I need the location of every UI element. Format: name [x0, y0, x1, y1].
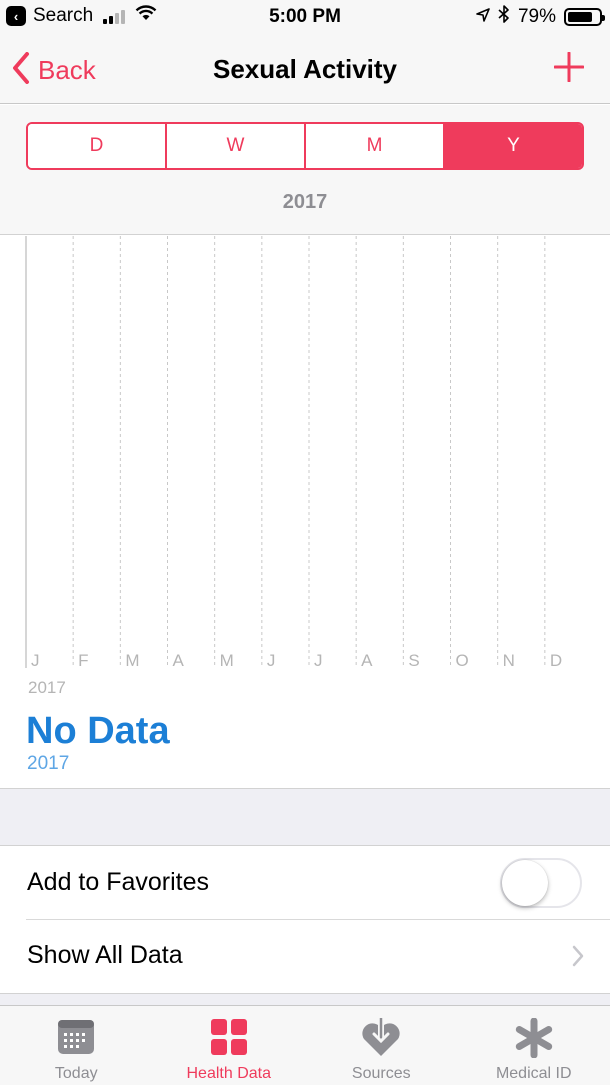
month-tick-label: J — [31, 651, 40, 670]
location-arrow-icon — [476, 6, 490, 28]
status-right: 79% — [476, 5, 605, 29]
segment-year[interactable]: Y — [445, 124, 582, 168]
section-gap — [0, 788, 610, 846]
month-tick-label: J — [267, 651, 276, 670]
asterisk-icon — [514, 1017, 554, 1063]
tab-health-data-label: Health Data — [186, 1065, 272, 1082]
tab-sources-label: Sources — [351, 1065, 411, 1082]
month-tick-label: F — [78, 651, 88, 670]
chart-svg: JFMAMJJASOND — [25, 236, 562, 670]
time-range-segmented-control: D W M Y — [26, 122, 584, 170]
add-data-button[interactable] — [553, 51, 585, 87]
summary-period: 2017 — [27, 753, 70, 774]
month-tick-label: S — [408, 651, 419, 670]
toggle-knob — [502, 860, 548, 906]
list-bottom-gap — [0, 993, 610, 1005]
month-tick-label: D — [550, 651, 562, 670]
segment-week[interactable]: W — [167, 124, 306, 168]
grid-icon — [210, 1018, 248, 1061]
page-title: Sexual Activity — [212, 54, 397, 84]
heart-download-icon — [360, 1018, 402, 1063]
segment-month[interactable]: M — [306, 124, 445, 168]
add-to-favorites-row: Add to Favorites — [0, 847, 610, 920]
chart-year-label: 2017 — [28, 678, 66, 697]
month-tick-label: N — [503, 651, 515, 670]
chevron-right-icon — [572, 945, 584, 972]
show-all-data-label: Show All Data — [27, 941, 183, 969]
month-tick-label: M — [125, 651, 139, 670]
activity-chart[interactable]: J F M A M J J A S O N D 2017 — [0, 236, 610, 697]
battery-icon — [564, 8, 605, 26]
tab-bar: Today Health Data Sources Medical ID — [0, 1005, 610, 1085]
tab-today-label: Today — [54, 1065, 98, 1082]
show-all-data-row[interactable]: Show All Data — [0, 920, 610, 993]
summary-value: No Data — [26, 710, 170, 752]
tab-medical-id-label: Medical ID — [495, 1065, 572, 1082]
plus-icon — [553, 51, 585, 86]
calendar-icon — [57, 1018, 95, 1061]
month-tick-label: M — [220, 651, 234, 670]
month-tick-label: O — [456, 651, 469, 670]
month-tick-label: J — [314, 651, 323, 670]
segment-day[interactable]: D — [28, 124, 167, 168]
navigation-bar: Back Sexual Activity — [0, 34, 610, 104]
tab-health-data[interactable]: Health Data — [153, 1006, 306, 1085]
segment-area: D W M Y 2017 — [0, 105, 610, 235]
summary: No Data 2017 — [0, 700, 610, 788]
status-bar: ‹ Search 5:00 PM 79% — [0, 0, 610, 34]
month-tick-label: A — [361, 651, 373, 670]
favorites-toggle[interactable] — [500, 858, 582, 908]
period-label: 2017 — [282, 191, 328, 213]
battery-percent: 79% — [517, 6, 556, 27]
bluetooth-icon — [498, 5, 510, 29]
tab-today[interactable]: Today — [0, 1006, 153, 1085]
month-tick-label: A — [173, 651, 185, 670]
add-to-favorites-label: Add to Favorites — [27, 868, 210, 896]
tab-medical-id[interactable]: Medical ID — [458, 1006, 610, 1085]
tab-sources[interactable]: Sources — [305, 1006, 458, 1085]
